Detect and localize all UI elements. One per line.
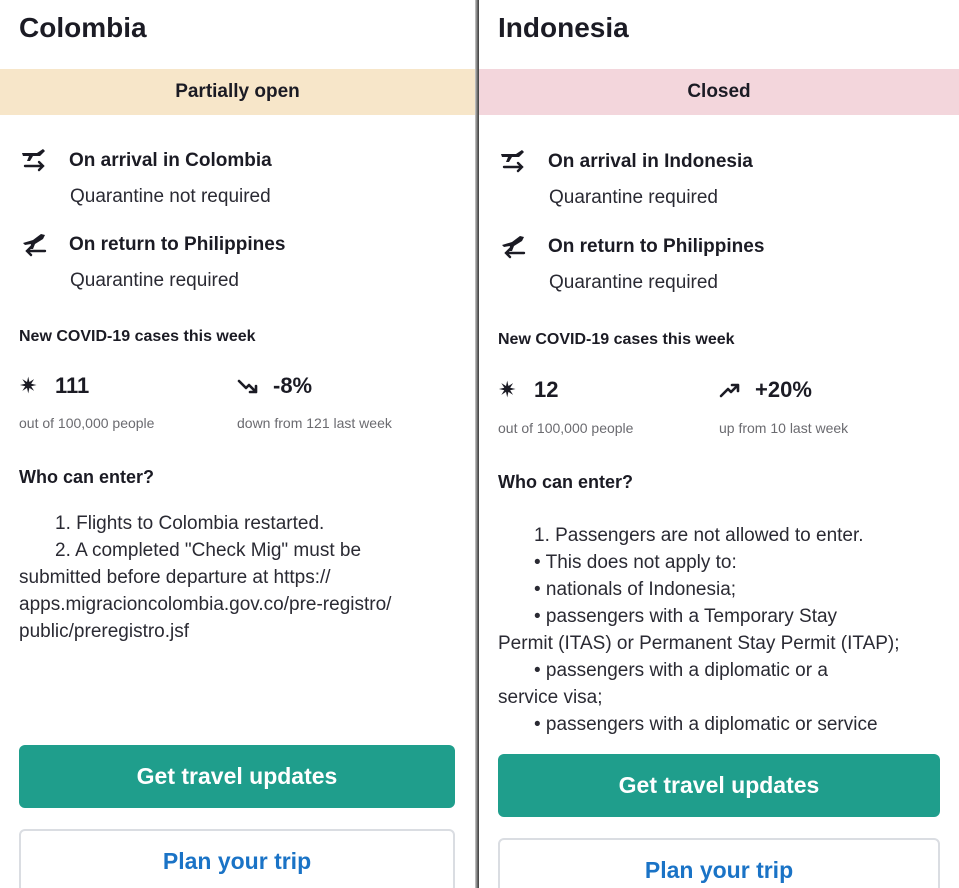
arrival-heading: On arrival in Colombia <box>69 150 272 171</box>
plane-departure-icon <box>498 232 532 262</box>
cases-value: 12 <box>534 377 559 402</box>
entry-line: service visa; <box>498 687 603 708</box>
entry-line: • passengers with a diplomatic or a <box>534 660 828 681</box>
cases-title: New COVID-19 cases this week <box>498 331 735 348</box>
entry-rules-text: 1. Passengers are not allowed to enter. … <box>498 522 900 734</box>
plan-your-trip-button[interactable]: Plan your trip <box>498 838 940 888</box>
entry-line: 1. Passengers are not allowed to enter. <box>534 525 864 546</box>
arrival-heading: On arrival in Indonesia <box>548 151 753 172</box>
cases-note: out of 100,000 people <box>498 420 634 436</box>
country-title: Indonesia <box>498 12 629 43</box>
trend-value: -8% <box>273 373 313 398</box>
country-panel-colombia: Colombia Partially open On arrival in Co… <box>0 0 475 888</box>
plan-your-trip-button[interactable]: Plan your trip <box>19 829 455 888</box>
return-rule: On return to Philippines <box>498 232 764 262</box>
return-heading: On return to Philippines <box>69 234 286 255</box>
arrival-quarantine: Quarantine not required <box>70 186 271 207</box>
who-can-enter-title: Who can enter? <box>498 472 634 492</box>
cases-title: New COVID-19 cases this week <box>19 328 256 345</box>
trend-stat: +20% <box>719 377 812 403</box>
cases-stat: ✷ 12 <box>498 377 558 403</box>
cases-value: 111 <box>55 373 90 398</box>
entry-line: 2. A completed "Check Mig" must be <box>55 540 362 561</box>
entry-line: public/preregistro.jsf <box>19 621 190 642</box>
return-quarantine: Quarantine required <box>70 270 239 291</box>
entry-line: • passengers with a Temporary Stay <box>534 606 838 627</box>
arrival-quarantine: Quarantine required <box>549 187 718 208</box>
plane-arrival-icon <box>498 147 532 177</box>
entry-line: Permit (ITAS) or Permanent Stay Permit (… <box>498 633 900 654</box>
virus-icon: ✷ <box>19 373 38 398</box>
trend-stat: -8% <box>237 373 312 399</box>
return-heading: On return to Philippines <box>548 236 765 257</box>
arrival-rule: On arrival in Colombia <box>19 146 272 176</box>
entry-line: • passengers with a diplomatic or servic… <box>534 714 878 734</box>
trend-note: down from 121 last week <box>237 415 392 431</box>
arrival-rule: On arrival in Indonesia <box>498 147 753 177</box>
who-can-enter-title: Who can enter? <box>19 467 155 487</box>
country-title: Colombia <box>19 12 147 43</box>
status-banner: Partially open <box>0 69 475 115</box>
plane-departure-icon <box>19 230 53 260</box>
entry-line: • nationals of Indonesia; <box>534 579 737 600</box>
trend-note: up from 10 last week <box>719 420 849 436</box>
virus-icon: ✷ <box>498 377 517 402</box>
trend-value: +20% <box>755 377 812 402</box>
cases-note: out of 100,000 people <box>19 415 155 431</box>
country-panel-indonesia: Indonesia Closed On arrival in Indonesia… <box>479 0 959 888</box>
status-banner: Closed <box>479 69 959 115</box>
entry-line: submitted before departure at https:// <box>19 567 331 588</box>
cases-stat: ✷ 111 <box>19 373 89 399</box>
entry-line: • This does not apply to: <box>534 552 737 573</box>
entry-line: 1. Flights to Colombia restarted. <box>55 513 325 534</box>
plane-arrival-icon <box>19 146 53 176</box>
return-quarantine: Quarantine required <box>549 272 718 293</box>
entry-line: apps.migracioncolombia.gov.co/pre-regist… <box>19 594 392 615</box>
entry-rules-text: 1. Flights to Colombia restarted. 2. A c… <box>19 510 391 645</box>
get-travel-updates-button[interactable]: Get travel updates <box>498 754 940 817</box>
trend-down-icon <box>237 376 259 396</box>
return-rule: On return to Philippines <box>19 230 285 260</box>
trend-up-icon <box>719 380 741 400</box>
get-travel-updates-button[interactable]: Get travel updates <box>19 745 455 808</box>
